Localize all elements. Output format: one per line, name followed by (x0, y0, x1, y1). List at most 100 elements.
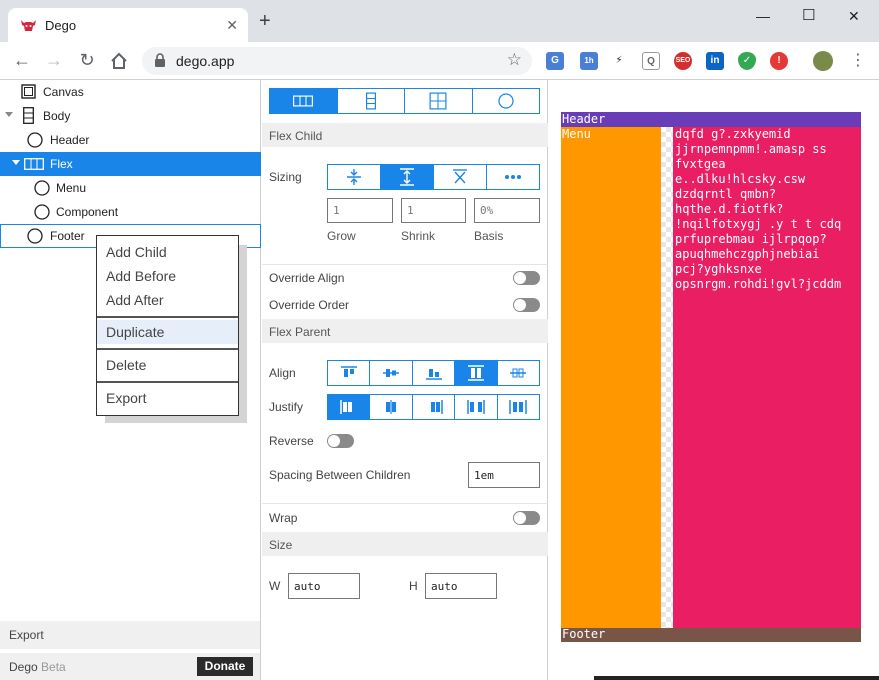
justify-center-button[interactable] (369, 395, 411, 419)
calendar-extension-icon[interactable]: 1h (580, 52, 598, 70)
tree-item-header[interactable]: Header (0, 128, 261, 152)
back-icon[interactable]: ← (12, 51, 32, 71)
minimize-icon[interactable]: — (756, 8, 770, 24)
donate-button[interactable]: Donate (197, 657, 253, 676)
grow-input[interactable]: 1 (327, 198, 393, 223)
override-order-toggle[interactable] (513, 298, 540, 312)
collapse-caret-icon[interactable] (12, 160, 20, 165)
preview-menu[interactable]: Menu (561, 127, 661, 628)
close-window-icon[interactable]: ✕ (848, 8, 860, 25)
sizing-label: Sizing (269, 170, 302, 184)
justify-space-around-button[interactable] (496, 395, 539, 419)
section-title: Flex Parent (269, 325, 331, 339)
tree-item-label: Footer (50, 229, 85, 243)
record-extension-icon[interactable]: ! (770, 52, 788, 70)
toggle-knob (514, 512, 526, 524)
tab-title: Dego (45, 18, 77, 33)
align-stretch-button[interactable] (454, 361, 497, 385)
grid-type-button[interactable] (404, 89, 472, 113)
bolt-extension-icon[interactable]: ⚡ (610, 52, 628, 70)
align-start-button[interactable] (328, 361, 369, 385)
preview-footer-label: Footer (562, 627, 606, 641)
flex-row-icon (24, 158, 44, 170)
menu-item-label: Export (106, 390, 147, 406)
close-tab-icon[interactable]: ✕ (226, 17, 238, 34)
align-label: Align (269, 366, 296, 380)
align-center-button[interactable] (369, 361, 411, 385)
sizing-more-button[interactable] (486, 165, 539, 189)
flex-column-icon (365, 92, 376, 110)
wrap-toggle[interactable] (513, 511, 540, 525)
basis-value: 0% (480, 204, 494, 217)
menu-item-delete[interactable]: Delete (97, 353, 238, 377)
translate-extension-icon[interactable]: G (546, 52, 564, 70)
override-order-label: Override Order (269, 298, 350, 312)
flex-parent-section: Flex Parent (262, 319, 548, 343)
tree-item-body[interactable]: Body (0, 104, 261, 128)
menu-item-add-child[interactable]: Add Child (97, 240, 238, 264)
width-label: W (269, 579, 281, 593)
more-dots-icon (505, 175, 521, 179)
justify-space-between-button[interactable] (454, 395, 496, 419)
tree-item-label: Component (56, 205, 119, 219)
sizing-shrink-button[interactable] (328, 165, 380, 189)
circle-icon (27, 228, 43, 244)
body-icon (23, 107, 34, 124)
menu-item-duplicate[interactable]: Duplicate (97, 320, 238, 344)
component-type-button[interactable] (471, 89, 540, 113)
shield-extension-icon[interactable]: ✓ (738, 52, 756, 70)
shrink-input[interactable]: 1 (401, 198, 466, 223)
seo-extension-icon[interactable]: SEO (674, 52, 692, 70)
browser-tab[interactable]: Dego ✕ (8, 8, 248, 42)
linkedin-extension-icon[interactable]: in (706, 52, 724, 70)
profile-avatar[interactable] (813, 51, 833, 71)
flex-row-type-button[interactable] (270, 89, 337, 113)
preview-footer[interactable]: Footer (561, 627, 861, 642)
tree-item-canvas[interactable]: Canvas (0, 80, 261, 104)
export-bar[interactable]: Export (0, 621, 260, 649)
home-icon[interactable] (109, 51, 129, 71)
address-bar[interactable]: dego.app ☆ (142, 47, 532, 75)
preview-header[interactable]: Header (561, 112, 861, 127)
beta-badge: Beta (41, 660, 66, 674)
justify-start-button[interactable] (328, 395, 370, 419)
reload-icon[interactable]: ↻ (77, 51, 97, 71)
menu-item-export[interactable]: Export (97, 386, 238, 410)
menu-item-add-before[interactable]: Add Before (97, 264, 238, 288)
preview-flex[interactable]: Menu dqfd g?.zxkyemid jjrnpemnpmm!.amasp… (561, 127, 861, 628)
sizing-expand-button[interactable] (380, 165, 433, 189)
reverse-toggle[interactable] (327, 434, 354, 448)
preview-component[interactable]: dqfd g?.zxkyemid jjrnpemnpmm!.amasp ss f… (673, 127, 861, 628)
align-stretch-icon (467, 365, 484, 381)
height-input[interactable]: auto (425, 573, 497, 599)
magnifier-extension-icon[interactable]: Q (642, 52, 660, 70)
width-input[interactable]: auto (288, 573, 360, 599)
section-title: Flex Child (269, 129, 323, 143)
collapse-caret-icon[interactable] (5, 112, 13, 117)
tree-item-flex[interactable]: Flex (0, 152, 261, 176)
tree-item-label: Header (50, 133, 90, 147)
spacing-input[interactable]: 1em (468, 462, 540, 488)
browser-menu-icon[interactable]: ⋮ (850, 50, 866, 70)
override-align-toggle[interactable] (513, 271, 540, 285)
sizing-none-button[interactable] (433, 165, 486, 189)
toggle-knob (328, 435, 340, 447)
dego-bull-icon (21, 20, 36, 31)
circle-icon (498, 93, 514, 109)
height-value: auto (431, 580, 458, 593)
align-end-button[interactable] (411, 361, 454, 385)
tree-item-component[interactable]: Component (0, 200, 261, 224)
basis-input[interactable]: 0% (474, 198, 540, 223)
element-type-selector (269, 88, 540, 114)
tree-item-menu[interactable]: Menu (0, 176, 261, 200)
menu-item-add-after[interactable]: Add After (97, 288, 238, 312)
justify-space-around-icon (509, 400, 528, 414)
bookmark-star-icon[interactable]: ☆ (507, 50, 522, 70)
align-baseline-button[interactable] (496, 361, 539, 385)
flex-column-type-button[interactable] (336, 89, 405, 113)
forward-icon[interactable]: → (44, 51, 64, 71)
maximize-icon[interactable]: ☐ (802, 6, 815, 24)
canvas-preview: Header Menu dqfd g?.zxkyemid jjrnpemnpmm… (549, 80, 879, 680)
justify-end-button[interactable] (411, 395, 454, 419)
new-tab-button[interactable]: + (259, 11, 271, 31)
